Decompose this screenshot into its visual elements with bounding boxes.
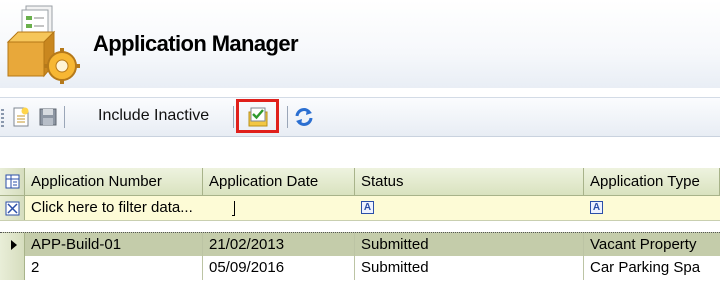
clear-filter-button[interactable] xyxy=(0,196,25,220)
filter-input[interactable]: Click here to filter data... xyxy=(25,196,355,220)
cell-status[interactable]: Submitted xyxy=(355,256,584,280)
column-header-status[interactable]: Status xyxy=(355,168,584,195)
cell-application-type[interactable]: Car Parking Spa xyxy=(584,256,720,280)
cell-application-type[interactable]: Vacant Property xyxy=(584,233,720,256)
filter-row: Click here to filter data... A A xyxy=(0,196,720,221)
page-title: Application Manager xyxy=(93,31,299,56)
current-row-arrow-icon xyxy=(11,240,17,250)
column-chooser-icon[interactable] xyxy=(5,174,20,189)
grid-header-row: Application Number Application Date Stat… xyxy=(0,168,720,196)
column-header-application-type[interactable]: Application Type xyxy=(584,168,720,195)
cell-application-date[interactable]: 05/09/2016 xyxy=(203,256,355,280)
column-header-application-number[interactable]: Application Number xyxy=(25,168,203,195)
type-filter-operator-icon[interactable]: A xyxy=(590,201,603,214)
toolbar-separator xyxy=(287,106,288,128)
include-inactive-label[interactable]: Include Inactive xyxy=(98,107,209,125)
save-icon[interactable] xyxy=(37,106,59,128)
toolbar: Include Inactive xyxy=(0,97,720,137)
cell-application-number[interactable]: 2 xyxy=(25,256,203,280)
application-manager-icon xyxy=(6,5,80,84)
toolbar-separator xyxy=(233,106,234,128)
clear-filter-icon[interactable] xyxy=(5,201,20,216)
filter-dropdown-caret[interactable] xyxy=(232,201,235,216)
cell-application-number[interactable]: APP-Build-01 xyxy=(25,233,203,256)
table-row[interactable]: APP-Build-01 21/02/2013 Submitted Vacant… xyxy=(0,232,720,257)
table-row[interactable]: 2 05/09/2016 Submitted Car Parking Spa xyxy=(0,256,720,280)
cell-application-date[interactable]: 21/02/2013 xyxy=(203,233,355,256)
row-selector[interactable] xyxy=(0,256,25,280)
toolbar-grip[interactable] xyxy=(1,109,4,127)
column-header-application-date[interactable]: Application Date xyxy=(203,168,355,195)
refresh-icon[interactable] xyxy=(293,106,315,128)
column-chooser[interactable] xyxy=(0,168,25,195)
cell-status[interactable]: Submitted xyxy=(355,233,584,256)
new-icon[interactable] xyxy=(10,106,32,128)
toolbar-separator xyxy=(64,106,65,128)
row-selector[interactable] xyxy=(0,233,25,256)
status-filter-operator-icon[interactable]: A xyxy=(361,201,374,214)
header-bar: Application Manager xyxy=(0,0,720,88)
highlight-box xyxy=(236,99,279,133)
